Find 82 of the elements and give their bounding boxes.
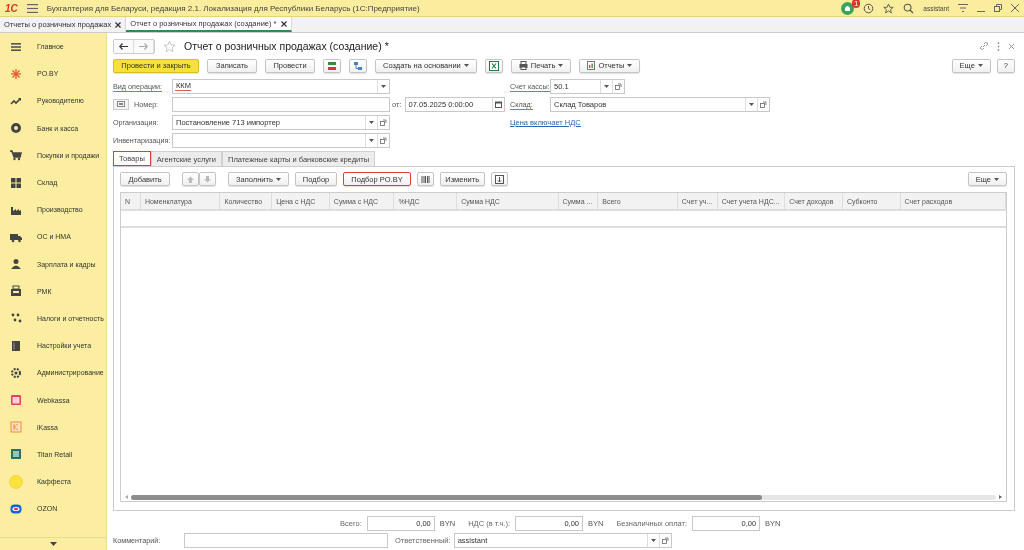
link-icon[interactable]	[979, 41, 989, 51]
debit-credit-button[interactable]	[323, 58, 341, 73]
cart-icon	[9, 148, 23, 163]
coin-icon	[9, 121, 23, 136]
scroll-right-icon[interactable]	[999, 495, 1002, 499]
barcode-icon	[420, 174, 430, 184]
report-icon	[587, 61, 596, 70]
register-icon	[9, 284, 23, 299]
open-icon	[380, 118, 387, 126]
structure-icon	[353, 60, 363, 71]
dropdown-button[interactable]	[377, 79, 389, 93]
open-icon	[380, 136, 387, 144]
number-settings-button[interactable]	[113, 98, 129, 110]
caret-icon	[463, 64, 469, 67]
person-icon	[9, 257, 23, 272]
caret-icon	[275, 177, 281, 181]
debit-credit-icon	[327, 60, 337, 71]
dropdown-button[interactable]	[365, 133, 377, 147]
dropdown-button[interactable]	[646, 534, 659, 547]
open-icon	[615, 82, 622, 90]
caret-icon	[381, 84, 386, 88]
spreadsheet-icon	[488, 60, 499, 71]
open-icon	[661, 537, 669, 544]
open-button[interactable]	[612, 79, 624, 93]
notification-badge: 1	[851, 0, 861, 8]
back-button[interactable]	[114, 39, 134, 53]
star-icon[interactable]	[883, 2, 895, 14]
caret-icon	[749, 102, 754, 106]
window-icon	[9, 393, 23, 408]
caret-icon	[650, 539, 656, 542]
close-icon[interactable]	[280, 20, 287, 27]
search-icon[interactable]	[903, 2, 915, 14]
arrow-left-icon	[119, 42, 128, 50]
caret-icon	[627, 64, 633, 67]
dropdown-button[interactable]	[365, 115, 377, 129]
open-button[interactable]	[658, 534, 671, 547]
app-title: Бухгалтерия для Беларуси, редакция 2.1. Локализация для Республики Беларусь (1С:Предприятие)	[46, 3, 420, 13]
caret-icon	[604, 84, 609, 88]
calendar-icon	[494, 100, 502, 108]
output-button[interactable]	[490, 172, 508, 186]
caret-icon	[994, 177, 999, 181]
grid-icon	[9, 175, 23, 190]
excel-button[interactable]	[484, 58, 503, 73]
document-title: Отчет о розничных продажах (создание) *	[184, 40, 389, 52]
menu-icon[interactable]	[26, 3, 38, 13]
tile-icon	[9, 447, 23, 462]
printer-icon	[518, 61, 528, 70]
app-logo: 1С	[5, 2, 18, 14]
open-button[interactable]	[757, 97, 769, 111]
caret-icon	[558, 64, 564, 67]
settings-icon	[9, 365, 23, 380]
restore-icon[interactable]	[994, 4, 1002, 12]
comment-field[interactable]	[184, 533, 388, 548]
number-icon	[117, 101, 125, 107]
filter-menu-icon[interactable]	[958, 4, 968, 12]
dropdown-button[interactable]	[745, 97, 757, 111]
open-button[interactable]	[377, 133, 389, 147]
open-icon	[760, 100, 767, 108]
arrow-right-icon	[139, 42, 148, 50]
input-field[interactable]	[172, 96, 390, 112]
square-icon	[9, 420, 23, 435]
dropdown-button[interactable]	[600, 79, 612, 93]
close-icon[interactable]	[115, 21, 122, 28]
caret-icon	[369, 120, 374, 124]
scroll-down-icon[interactable]	[49, 542, 57, 546]
more-icon[interactable]	[997, 41, 1000, 51]
circle-icon	[9, 474, 23, 489]
structure-button[interactable]	[349, 58, 367, 73]
horizontal-scrollbar[interactable]	[131, 494, 996, 500]
caret-icon	[369, 138, 374, 142]
caret-icon	[977, 64, 983, 67]
select-field[interactable]	[172, 132, 390, 148]
binder-icon	[9, 338, 23, 353]
star-icon[interactable]	[163, 39, 176, 53]
arrow-down-icon	[204, 175, 211, 183]
arrow-up-icon	[187, 175, 194, 183]
barcode-button[interactable]	[416, 172, 434, 186]
open-button[interactable]	[377, 115, 389, 129]
download-icon	[494, 174, 504, 184]
calendar-button[interactable]	[491, 97, 504, 111]
history-icon[interactable]	[863, 2, 875, 14]
asterisk-icon	[9, 66, 23, 81]
